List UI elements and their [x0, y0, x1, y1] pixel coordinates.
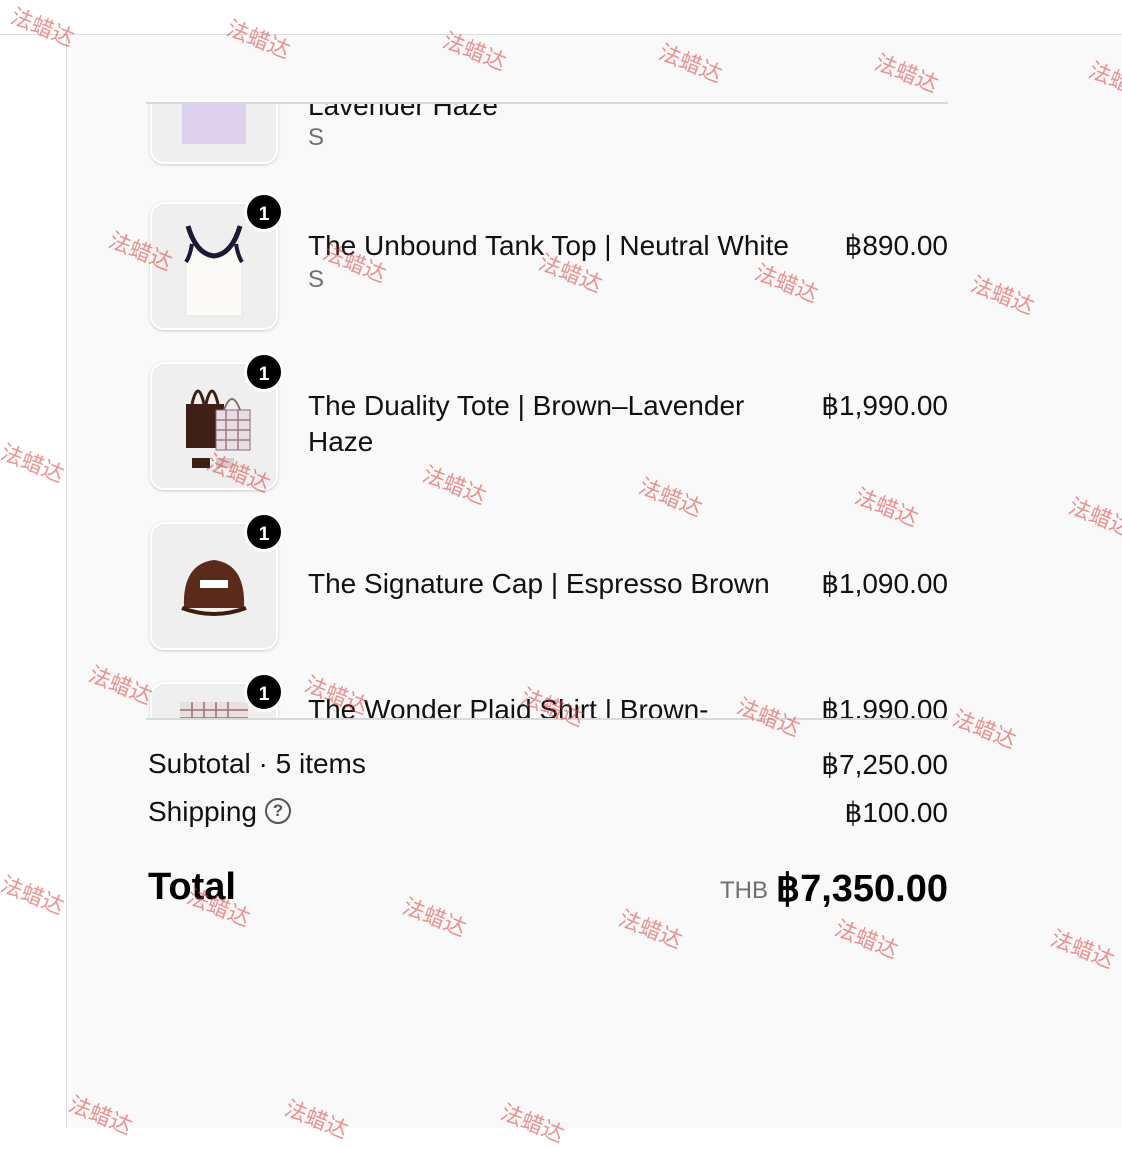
subtotal-label: Subtotal · 5 items	[148, 748, 366, 779]
item-price: ฿890.00	[844, 230, 948, 261]
subtotal-row: Subtotal · 5 items ฿7,250.00	[148, 748, 948, 780]
quantity-badge: 1	[244, 672, 284, 712]
item-variant: S	[308, 266, 325, 293]
item-price: ฿1,990.00	[821, 390, 948, 421]
item-name: The Wonder Plaid Shirt | Brown-	[308, 694, 709, 720]
item-name: The Unbound Tank Top | Neutral White	[308, 230, 789, 261]
shipping-label: Shipping	[148, 796, 257, 827]
total-currency: THB	[720, 877, 768, 904]
item-variant: S	[308, 124, 325, 151]
watermark: 法蜡达	[0, 440, 68, 489]
quantity-badge: 1	[244, 352, 284, 392]
cart-items-scroll-area[interactable]: Lavender Haze S 1 The Unbound Tank Top |…	[146, 102, 948, 720]
cart-item: Lavender Haze S	[146, 102, 948, 166]
quantity-badge: 1	[244, 192, 284, 232]
subtotal-value: ฿7,250.00	[821, 749, 948, 780]
item-price: ฿1,990.00	[821, 694, 948, 720]
shipping-row: Shipping? ฿100.00	[148, 796, 948, 828]
cart-item: 1 The Wonder Plaid Shirt | Brown- ฿1,990…	[146, 672, 948, 720]
total-value: ฿7,350.00	[775, 868, 948, 910]
cart-item: 1 The Unbound Tank Top | Neutral White S…	[146, 192, 948, 332]
shipping-value: ฿100.00	[844, 797, 948, 828]
cart-item: 1 The Duality Tote | Brown–Lavender Haze…	[146, 352, 948, 492]
question-circle-icon[interactable]: ?	[264, 797, 291, 824]
product-thumbnail	[150, 104, 278, 164]
item-name: Lavender Haze	[308, 102, 498, 121]
quantity-badge: 1	[244, 512, 284, 552]
item-name: The Duality Tote | Brown–Lavender Haze	[308, 390, 745, 457]
item-name: The Signature Cap | Espresso Brown	[308, 568, 770, 599]
total-label: Total	[148, 866, 236, 908]
cart-item: 1 The Signature Cap | Espresso Brown ฿1,…	[146, 512, 948, 652]
item-price: ฿1,090.00	[821, 568, 948, 599]
watermark: 法蜡达	[0, 872, 68, 921]
